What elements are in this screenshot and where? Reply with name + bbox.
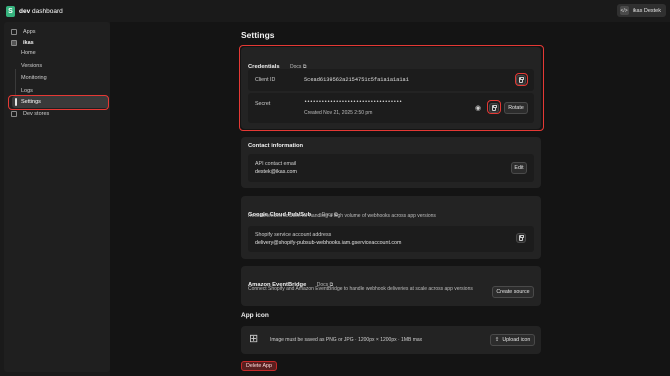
eventbridge-card: Amazon EventBridge Docs ⧉ Connect Shopif…: [241, 266, 541, 306]
api-email-label: API contact email: [255, 161, 297, 167]
shopify-bag-icon: S: [6, 5, 15, 17]
copy-service-account-button[interactable]: [516, 233, 526, 243]
app-title: dashboard: [32, 7, 63, 15]
sidebar-item-label: ikas: [23, 40, 34, 46]
secret-row: Secret •••••••••••••••••••••••••••••••••…: [248, 93, 534, 123]
eye-icon: ◉: [474, 105, 482, 112]
sidebar: Apps ikas Home Versions Monitoring Logs …: [4, 22, 110, 372]
app-icon-hint: Image must be saved as PNG or JPG · 1200…: [270, 337, 423, 343]
sidebar-item-label: Settings: [21, 99, 41, 105]
sidebar-item-versions[interactable]: Versions: [21, 61, 42, 71]
secret-label: Secret: [255, 101, 271, 107]
code-icon: </>: [619, 6, 629, 15]
pubsub-description: Recommended solution for handling a high…: [248, 213, 436, 219]
sidebar-item-ikas[interactable]: ikas: [11, 38, 34, 48]
clipboard-icon: [518, 234, 524, 241]
user-name: ikas Destek: [632, 7, 661, 14]
sidebar-item-logs[interactable]: Logs: [21, 86, 33, 96]
delete-app-button[interactable]: Delete App: [241, 361, 277, 371]
rotate-button[interactable]: Rotate: [504, 102, 528, 114]
user-menu[interactable]: </> ikas Destek: [616, 4, 666, 17]
pubsub-card: Google Cloud Pub/Sub Docs ⧉ Recommended …: [241, 196, 541, 259]
sidebar-item-label: Versions: [21, 63, 43, 69]
app-icon-card: ⊞ Image must be saved as PNG or JPG · 12…: [241, 326, 541, 354]
sidebar-item-settings[interactable]: Settings: [12, 96, 109, 108]
edit-contact-button[interactable]: Edit: [511, 162, 527, 174]
sidebar-item-label: Monitoring: [21, 75, 47, 81]
sidebar-item-label: Logs: [21, 88, 33, 94]
eventbridge-description: Connect Shopify and Amazon EventBridge t…: [248, 286, 473, 292]
show-secret-button[interactable]: ◉: [473, 103, 483, 113]
sidebar-item-dev-stores[interactable]: Dev stores: [11, 109, 49, 119]
credentials-card: Credentials Docs ⧉ Client ID 5cead613956…: [241, 47, 541, 129]
upload-icon-button[interactable]: ⇪ Upload icon: [490, 334, 535, 346]
contact-row: API contact email destek@ikas.com Edit: [248, 154, 534, 182]
service-account-value: delivery@shopify-pubsub-webhooks.iam.gse…: [255, 240, 402, 246]
logo[interactable]: S dev dashboard: [6, 5, 63, 17]
upload-icon: ⇪: [494, 337, 500, 343]
brand-name: dev: [19, 7, 31, 15]
sidebar-item-apps[interactable]: Apps: [11, 27, 36, 37]
sidebar-item-monitoring[interactable]: Monitoring: [21, 73, 47, 83]
service-account-label: Shopify service account address: [255, 232, 332, 238]
secret-created: Created Nov 21, 2025 2:50 pm: [304, 110, 373, 116]
secret-value: ••••••••••••••••••••••••••••••••••: [304, 99, 402, 105]
sidebar-item-label: Apps: [23, 29, 36, 35]
contact-title: Contact information: [248, 143, 304, 149]
contact-card: Contact information API contact email de…: [241, 137, 541, 188]
store-icon: [11, 111, 17, 117]
sidebar-item-home[interactable]: Home: [21, 48, 36, 58]
client-id-value: 5cead6139562a2154751c5fa1a1a1a1a1: [304, 77, 409, 83]
page-title: Settings: [241, 30, 275, 40]
client-id-row: Client ID 5cead6139562a2154751c5fa1a1a1a…: [248, 69, 534, 91]
clipboard-icon: [518, 76, 524, 83]
app-icon-title: App icon: [241, 312, 269, 319]
create-source-button[interactable]: Create source: [492, 286, 534, 298]
top-bar: S dev dashboard </> ikas Destek: [0, 0, 670, 22]
copy-secret-button[interactable]: [489, 103, 499, 113]
api-email-value: destek@ikas.com: [255, 169, 297, 175]
client-id-label: Client ID: [255, 77, 276, 83]
copy-client-id-button[interactable]: [516, 75, 526, 85]
pubsub-row: Shopify service account address delivery…: [248, 226, 534, 252]
sidebar-item-label: Home: [21, 50, 36, 56]
sidebar-item-label: Dev stores: [23, 111, 50, 117]
active-indicator: [15, 98, 17, 106]
clipboard-icon: [491, 104, 497, 111]
app-icon: [11, 40, 17, 46]
apps-icon: [11, 29, 17, 35]
add-image-icon: ⊞: [249, 333, 259, 345]
